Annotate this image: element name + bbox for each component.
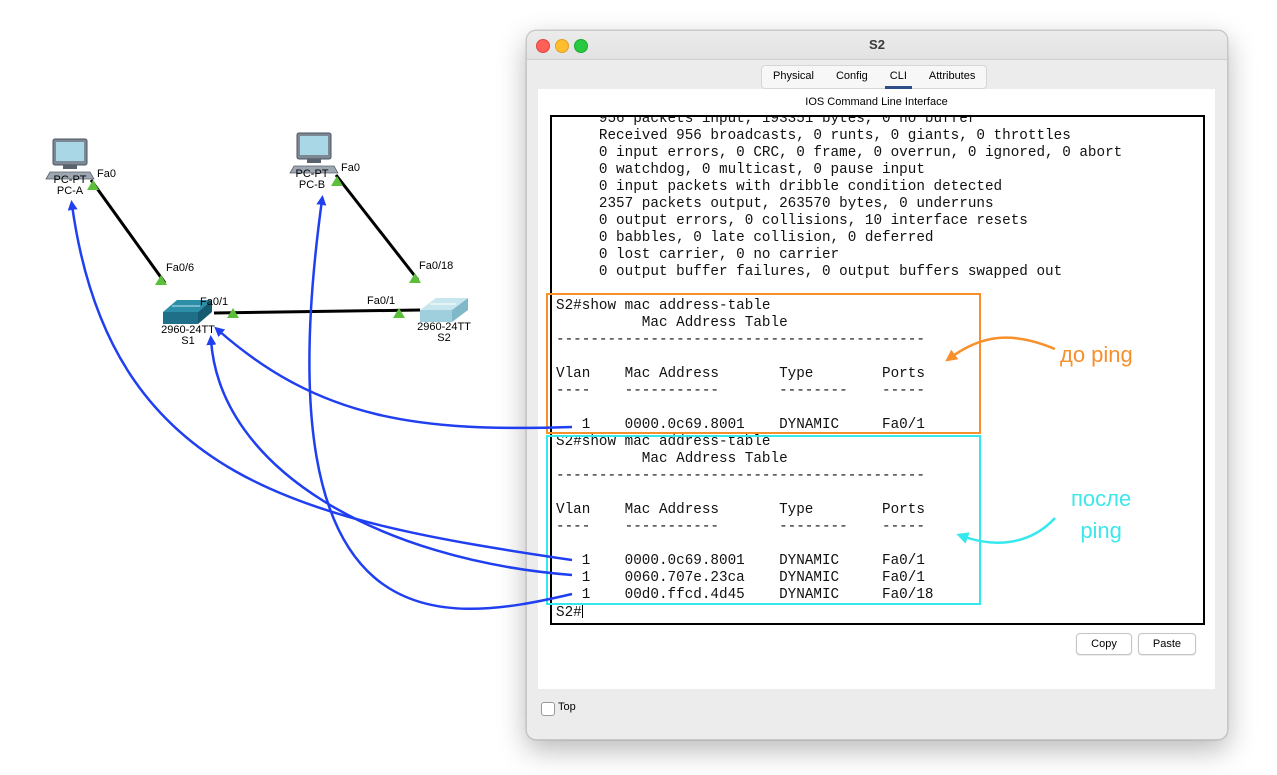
s1-port-fa01-label: Fa0/1 — [200, 296, 229, 308]
terminal-line: 0 input packets with dribble condition d… — [598, 179, 1003, 195]
window-title: S2 — [869, 37, 885, 52]
arrow-after-entry2-to-s1 — [206, 335, 573, 577]
port-indicator-s1-fa06 — [155, 275, 167, 285]
pc-a-port-label: Fa0 — [97, 168, 116, 180]
pc-a-icon[interactable] — [45, 138, 95, 180]
top-checkbox[interactable] — [541, 702, 555, 716]
link-pcb-s2[interactable] — [334, 174, 420, 281]
s1-port-fa06-label: Fa0/6 — [166, 262, 195, 274]
s1-name: S1 — [181, 335, 195, 347]
tab-cli[interactable]: CLI — [879, 66, 918, 89]
terminal-line: 0 output buffer failures, 0 output buffe… — [598, 264, 1063, 280]
pc-a-label: PC-PT PC-A — [52, 175, 88, 197]
port-indicator-pca-fa0 — [87, 180, 99, 190]
note-after-line2: ping — [1080, 518, 1122, 543]
port-indicator-s1-fa01 — [227, 308, 239, 318]
terminal-line: Received 956 broadcasts, 0 runts, 0 gian… — [598, 128, 1071, 144]
port-indicator-s2-fa018 — [409, 273, 421, 283]
note-after-line1: после — [1071, 486, 1132, 511]
terminal-line: 0 output errors, 0 collisions, 10 interf… — [598, 213, 1028, 229]
pc-b-name: PC-B — [298, 179, 326, 191]
terminal-line: 0 babbles, 0 late collision, 0 deferred — [598, 230, 934, 246]
arrow-after-entry1-to-pca — [67, 200, 573, 562]
s2-label: 2960-24TT S2 — [414, 322, 474, 344]
tab-config[interactable]: Config — [825, 66, 879, 88]
text-cursor — [581, 604, 583, 618]
terminal-line: 0 input errors, 0 CRC, 0 frame, 0 overru… — [598, 145, 1123, 161]
port-indicator-s2-fa01 — [393, 308, 405, 318]
terminal-line: 0 watchdog, 0 multicast, 0 pause input — [598, 162, 925, 178]
pc-a-name: PC-A — [56, 185, 84, 197]
terminal-line: 2357 packets output, 263570 bytes, 0 und… — [598, 196, 994, 212]
s2-port-fa01-label: Fa0/1 — [367, 295, 396, 307]
link-s1-s2[interactable] — [213, 308, 421, 315]
s2-name: S2 — [437, 332, 451, 344]
s2-port-fa018-label: Fa0/18 — [419, 260, 454, 272]
arrow-before-entry-to-s1 — [214, 326, 573, 430]
paste-button[interactable]: Paste — [1138, 633, 1196, 655]
note-after-ping: после ping — [1071, 483, 1131, 547]
tab-bar: Physical Config CLI Attributes — [761, 65, 988, 89]
window-titlebar[interactable]: S2 — [527, 31, 1227, 60]
highlight-before-ping — [546, 293, 981, 434]
pc-b-label: PC-PT PC-B — [294, 169, 330, 191]
note-before-ping: до ping — [1060, 342, 1133, 367]
panel-title: IOS Command Line Interface — [805, 96, 948, 108]
terminal-prompt: S2# — [556, 605, 582, 621]
pc-b-port-label: Fa0 — [341, 162, 360, 174]
highlight-after-ping — [546, 435, 981, 605]
tab-attributes[interactable]: Attributes — [918, 66, 986, 88]
pc-b-icon[interactable] — [289, 132, 339, 174]
top-checkbox-label: Top — [558, 701, 576, 713]
terminal-line: 956 packets input, 193351 bytes, 0 no bu… — [598, 115, 977, 127]
s1-label: 2960-24TT S1 — [158, 325, 218, 347]
switch-s2-icon[interactable] — [420, 298, 468, 322]
tab-physical[interactable]: Physical — [762, 66, 825, 88]
port-indicator-pcb-fa0 — [331, 176, 343, 186]
copy-button[interactable]: Copy — [1076, 633, 1132, 655]
terminal-line: 0 lost carrier, 0 no carrier — [598, 247, 840, 263]
link-pca-s1[interactable] — [89, 179, 167, 284]
